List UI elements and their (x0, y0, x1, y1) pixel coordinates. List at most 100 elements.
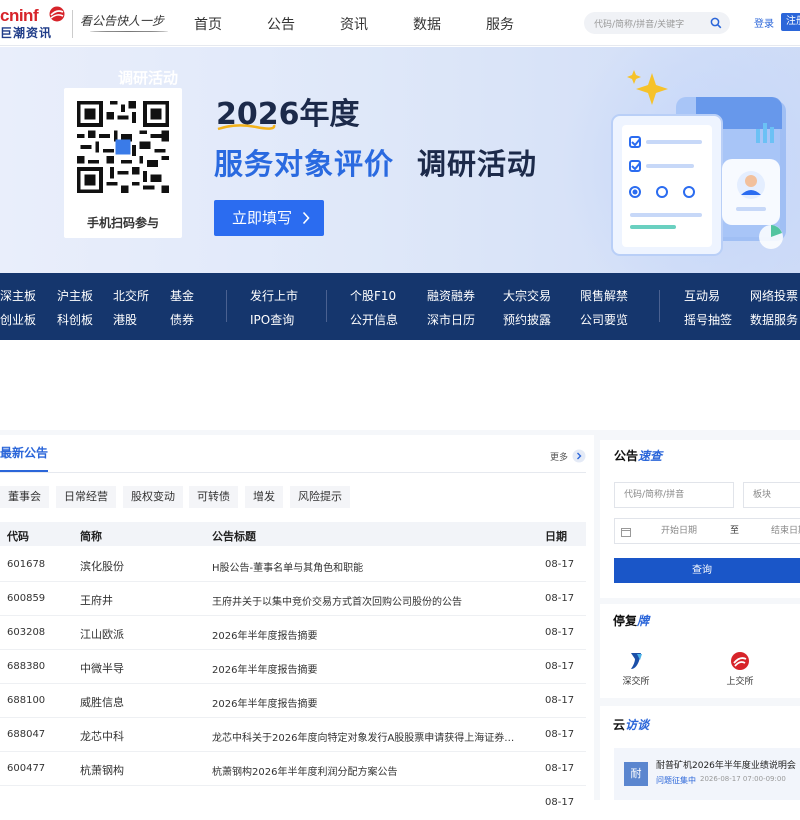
suspension-title-b: 牌 (637, 614, 650, 628)
row-name[interactable]: 龙芯中科 (80, 728, 124, 744)
row-name[interactable]: 威胜信息 (80, 694, 124, 710)
row-date: 08-17 (545, 695, 575, 706)
meeting-card[interactable]: 耐 耐普矿机2026年半年度业绩说明会 问题征集中 2026-08-17 07:… (614, 748, 800, 800)
row-name[interactable]: 杭萧钢构 (80, 762, 124, 778)
quicknav-f10[interactable]: 个股F10 (350, 287, 396, 304)
row-date: 08-17 (545, 559, 575, 570)
exchange-szse[interactable]: 深交所 (618, 651, 654, 687)
tab-divider (0, 472, 586, 473)
szse-label: 深交所 (622, 677, 650, 687)
register-button[interactable]: 注册 (781, 13, 800, 31)
row-title[interactable]: 2026年半年度报告摘要 (212, 627, 524, 642)
quicknav-bse[interactable]: 北交所 (113, 287, 149, 304)
quicknav-bond[interactable]: 债券 (170, 311, 194, 328)
quicknav-lottery[interactable]: 摇号抽签 (684, 311, 732, 328)
row-code: 688380 (7, 661, 46, 672)
table-row[interactable]: 601678 滨化股份 H股公告-董事名单与其角色和职能 08-17 (0, 548, 586, 582)
more-link[interactable]: 更多 (550, 450, 568, 463)
filter-operations[interactable]: 日常经营 (56, 486, 116, 508)
quicknav-disclosure[interactable]: 预约披露 (503, 311, 551, 328)
row-name[interactable]: 江山欧派 (80, 626, 124, 642)
quicknav-block-trade[interactable]: 大宗交易 (503, 287, 551, 304)
search-icon[interactable] (710, 17, 722, 29)
nav-services[interactable]: 服务 (486, 14, 559, 34)
top-header: cninf 巨潮资讯 看公告快人一步 首页 公告 资讯 数据 服务 代码/简称/… (0, 0, 800, 46)
stock-code-placeholder: 代码/简称/拼音 (624, 490, 685, 500)
exchange-sse[interactable]: 上交所 (722, 651, 758, 687)
quick-nav-bar (0, 273, 800, 340)
quicknav-vote[interactable]: 网络投票 (750, 287, 798, 304)
quicknav-ipo[interactable]: IPO查询 (250, 311, 294, 328)
nav-news[interactable]: 资讯 (340, 14, 413, 34)
quicknav-data-service[interactable]: 数据服务 (750, 311, 798, 328)
filter-convertible[interactable]: 可转债 (189, 486, 238, 508)
row-code: 603208 (7, 627, 46, 638)
promo-banner[interactable]: 手机扫码参与 2026年度 服务对象评价 调研活动 立即填写 调研活动 (0, 47, 800, 273)
meeting-time: 2026-08-17 07:00-09:00 (700, 775, 786, 783)
filter-board[interactable]: 董事会 (0, 486, 49, 508)
row-title[interactable]: 龙芯中科关于2026年度向特定对象发行A股股票申请获得上海证券交易所受理的公告 (212, 729, 524, 744)
quicknav-sh-main[interactable]: 沪主板 (57, 287, 93, 304)
table-row[interactable]: 08-17 (0, 786, 586, 820)
start-date-placeholder[interactable]: 开始日期 (661, 519, 697, 543)
szse-logo-icon (631, 653, 642, 669)
illustration-label: 调研活动 (118, 69, 179, 87)
row-date: 08-17 (545, 797, 575, 808)
calendar-icon (621, 528, 631, 537)
quicknav-unlock[interactable]: 限售解禁 (580, 287, 628, 304)
meeting-status: 问题征集中 (656, 776, 696, 785)
search-input[interactable]: 代码/简称/拼音/关键字 (584, 12, 730, 34)
sse-logo-icon (731, 652, 749, 670)
quicknav-fund[interactable]: 基金 (170, 287, 194, 304)
chevron-right-circle-icon[interactable] (572, 449, 586, 463)
quicknav-margin[interactable]: 融资融券 (427, 287, 475, 304)
quicknav-chinext[interactable]: 创业板 (0, 311, 36, 328)
filter-risk[interactable]: 风险提示 (290, 486, 350, 508)
row-name[interactable]: 王府井 (80, 592, 113, 608)
table-row[interactable]: 600859 王府井 王府井关于以集中竞价交易方式首次回购公司股份的公告 08-… (0, 582, 586, 616)
table-row[interactable]: 688380 中微半导 2026年半年度报告摘要 08-17 (0, 650, 586, 684)
col-code: 代码 (7, 530, 29, 543)
quicknav-company[interactable]: 公司要览 (580, 311, 628, 328)
row-title[interactable]: 王府井关于以集中竞价交易方式首次回购公司股份的公告 (212, 593, 524, 608)
tab-latest-announcements[interactable]: 最新公告 (0, 444, 48, 461)
quicknav-divider (326, 290, 327, 322)
filter-additional-issue[interactable]: 增发 (245, 486, 283, 508)
logo-text[interactable]: cninf (0, 6, 39, 26)
nav-announcements[interactable]: 公告 (267, 14, 340, 34)
login-link[interactable]: 登录 (754, 15, 774, 30)
row-title[interactable]: 2026年半年度报告摘要 (212, 695, 524, 710)
row-name[interactable]: 滨化股份 (80, 558, 124, 574)
logo-swoosh-icon (49, 6, 65, 22)
table-row[interactable]: 688100 威胜信息 2026年半年度报告摘要 08-17 (0, 684, 586, 718)
end-date-placeholder[interactable]: 结束日期 (771, 519, 800, 543)
sector-select[interactable]: 板块 (743, 482, 800, 508)
query-button[interactable]: 查询 (614, 558, 800, 583)
stock-code-input[interactable]: 代码/简称/拼音 (614, 482, 734, 508)
row-title[interactable]: 2026年半年度报告摘要 (212, 661, 524, 676)
date-range-input[interactable]: 开始日期 至 结束日期 (614, 518, 800, 544)
quicknav-hk[interactable]: 港股 (113, 311, 137, 328)
meeting-title[interactable]: 耐普矿机2026年半年度业绩说明会 (656, 758, 796, 771)
filter-equity-change[interactable]: 股权变动 (123, 486, 183, 508)
quicknav-star[interactable]: 科创板 (57, 311, 93, 328)
table-row[interactable]: 603208 江山欧派 2026年半年度报告摘要 08-17 (0, 616, 586, 650)
suspension-title-a: 停复 (613, 614, 638, 628)
main-nav: 首页 公告 资讯 数据 服务 (194, 14, 559, 34)
quick-search-title-a: 公告 (614, 449, 639, 463)
col-title: 公告标题 (212, 530, 256, 543)
fill-survey-button[interactable]: 立即填写 (214, 200, 324, 236)
search-placeholder: 代码/简称/拼音/关键字 (594, 20, 685, 30)
table-row[interactable]: 688047 龙芯中科 龙芯中科关于2026年度向特定对象发行A股股票申请获得上… (0, 718, 586, 752)
row-name[interactable]: 中微半导 (80, 660, 124, 676)
quicknav-public-info[interactable]: 公开信息 (350, 311, 398, 328)
quicknav-listing[interactable]: 发行上市 (250, 287, 298, 304)
row-title[interactable]: H股公告-董事名单与其角色和职能 (212, 559, 524, 574)
nav-home[interactable]: 首页 (194, 14, 267, 34)
quicknav-calendar[interactable]: 深市日历 (427, 311, 475, 328)
table-row[interactable]: 600477 杭萧钢构 杭萧钢构2026年半年度利润分配方案公告 08-17 (0, 752, 586, 786)
row-title[interactable]: 杭萧钢构2026年半年度利润分配方案公告 (212, 763, 524, 778)
nav-data[interactable]: 数据 (413, 14, 486, 34)
quicknav-sz-main[interactable]: 深主板 (0, 287, 36, 304)
quicknav-interact[interactable]: 互动易 (684, 287, 720, 304)
